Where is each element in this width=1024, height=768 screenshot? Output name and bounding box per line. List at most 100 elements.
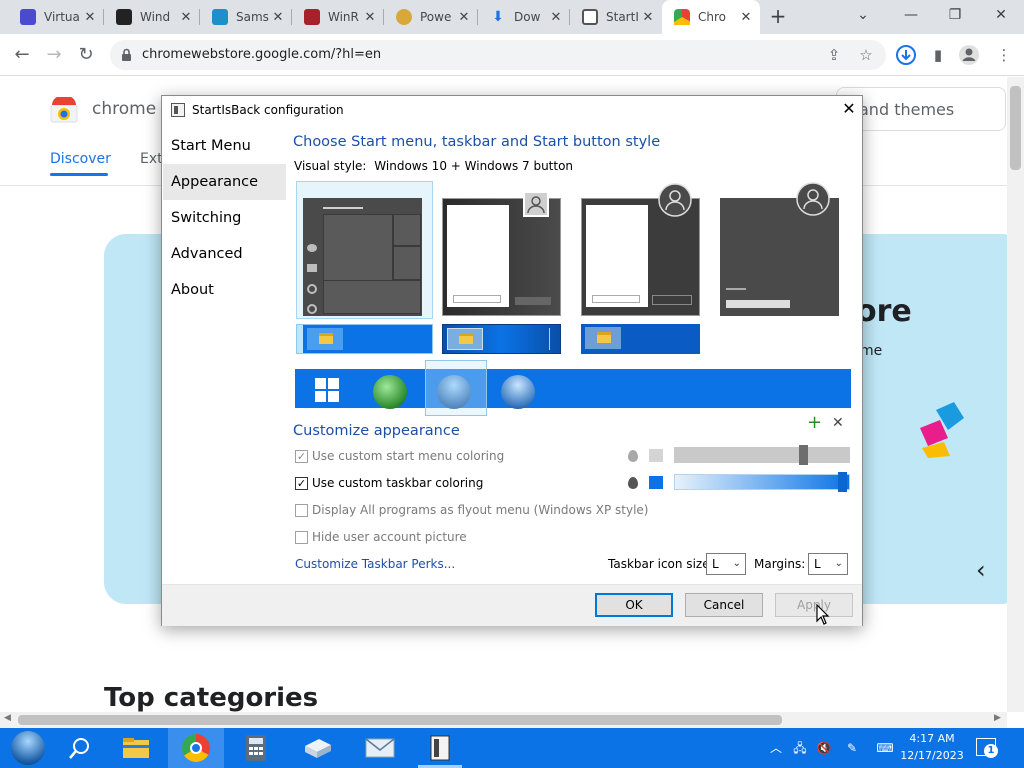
keyboard-icon[interactable]: ⌨: [874, 740, 896, 756]
cancel-button[interactable]: Cancel: [685, 593, 763, 617]
ok-button[interactable]: OK: [595, 593, 673, 617]
restore-button[interactable]: ❐: [940, 4, 970, 26]
taskbar-startisback[interactable]: [412, 728, 468, 768]
style-preview-windows7[interactable]: [442, 191, 561, 316]
scroll-right-arrow-icon[interactable]: ▶: [994, 713, 1001, 723]
startisback-config-dialog: StartIsBack configuration ✕ Start Menu A…: [161, 95, 863, 626]
browser-tab-winrar[interactable]: WinR ✕: [292, 0, 384, 34]
start-menu-opacity-slider[interactable]: [674, 447, 850, 463]
style-preview-windows8[interactable]: [720, 182, 839, 316]
carousel-prev-icon[interactable]: ‹: [976, 556, 986, 584]
tab-search-dropdown-icon[interactable]: ⌄: [848, 4, 878, 26]
forward-arrow-icon[interactable]: →: [42, 43, 66, 67]
taskbar-slider-thumb[interactable]: [837, 472, 847, 492]
preview-search-box: [592, 295, 640, 303]
select-value: L: [712, 557, 719, 571]
taskbar-opacity-slider[interactable]: [674, 474, 850, 490]
taskbar-search-button[interactable]: [52, 728, 108, 768]
browser-tab-startisback[interactable]: StartI ✕: [570, 0, 662, 34]
address-bar[interactable]: chromewebstore.google.com/?hl=en ⇪ ☆: [110, 40, 886, 70]
tab-close-icon[interactable]: ✕: [178, 10, 194, 25]
margins-select[interactable]: L ⌄: [808, 553, 848, 575]
start-menu-color-swatch[interactable]: [649, 449, 663, 462]
apply-button[interactable]: Apply: [775, 593, 853, 617]
option-label: Hide user account picture: [312, 530, 467, 544]
add-icon[interactable]: +: [807, 412, 822, 433]
tab-close-icon[interactable]: ✕: [548, 10, 564, 25]
preview-search-box: [453, 295, 501, 303]
minimize-button[interactable]: —: [896, 4, 926, 26]
browser-tab-chrome-web-store[interactable]: Chro ✕: [662, 0, 760, 34]
network-icon[interactable]: 🖧: [792, 740, 808, 756]
back-arrow-icon[interactable]: ←: [10, 43, 34, 67]
browser-tab-virtualbox[interactable]: Virtua ✕: [8, 0, 104, 34]
scroll-left-arrow-icon[interactable]: ◀: [4, 713, 11, 723]
clover-orb-icon[interactable]: [373, 375, 407, 409]
style-preview-vista[interactable]: [581, 183, 700, 316]
taskbar-divider: [549, 328, 550, 350]
chrome-web-store-favicon-icon: [674, 9, 690, 25]
custom-taskbar-coloring-option[interactable]: ✓ Use custom taskbar coloring: [295, 474, 483, 492]
checkbox[interactable]: ✓: [295, 449, 308, 463]
windows-orb-alt-icon[interactable]: [501, 375, 535, 409]
download-progress-icon[interactable]: [895, 44, 917, 66]
taskbar-mail[interactable]: [352, 728, 408, 768]
browser-tab-samsung[interactable]: Sams ✕: [200, 0, 292, 34]
show-hidden-icons-chevron-icon[interactable]: ︿: [768, 740, 784, 756]
tab-close-icon[interactable]: ✕: [456, 10, 472, 25]
browser-tab-downloads[interactable]: ⬇ Dow ✕: [478, 0, 570, 34]
horizontal-scroll-thumb[interactable]: [18, 715, 782, 725]
profile-avatar-icon[interactable]: [958, 44, 980, 66]
tab-close-icon[interactable]: ✕: [362, 10, 378, 25]
chrome-menu-icon[interactable]: ⋮: [992, 43, 1016, 67]
taskbar-calculator[interactable]: [228, 728, 284, 768]
clock-date[interactable]: 12/17/2023: [900, 749, 964, 762]
flyout-menu-option[interactable]: Display All programs as flyout menu (Win…: [295, 501, 648, 519]
chrome-icon: [182, 734, 210, 762]
taskbar-chrome[interactable]: [168, 728, 224, 768]
tab-discover[interactable]: Discover: [50, 151, 111, 167]
hide-account-picture-option[interactable]: Hide user account picture: [295, 528, 467, 546]
share-icon[interactable]: ⇪: [822, 43, 846, 67]
start-button[interactable]: [0, 728, 56, 768]
tab-close-icon[interactable]: ✕: [270, 10, 286, 25]
browser-tab-power[interactable]: Powe ✕: [384, 0, 478, 34]
taskbar-color-swatch[interactable]: [649, 476, 663, 489]
vertical-scroll-thumb[interactable]: [1010, 86, 1021, 170]
action-center-icon[interactable]: 1: [976, 738, 998, 758]
tab-label: Wind: [140, 10, 171, 24]
taskbar-style-vista[interactable]: [581, 324, 700, 354]
custom-start-menu-coloring-option[interactable]: ✓ Use custom start menu coloring: [295, 447, 504, 465]
volume-muted-icon[interactable]: 🔇: [816, 740, 832, 756]
header-right-text: and themes: [859, 100, 955, 119]
checkbox[interactable]: [295, 503, 308, 517]
window-close-button[interactable]: ✕: [986, 4, 1016, 26]
preview-settings-icon: [307, 284, 317, 294]
tab-close-icon[interactable]: ✕: [738, 10, 754, 25]
checkbox[interactable]: ✓: [295, 476, 308, 490]
taskbar-package-app[interactable]: [290, 728, 346, 768]
start-menu-slider-thumb[interactable]: [799, 445, 809, 465]
clock-time[interactable]: 4:17 AM: [900, 732, 964, 745]
browser-tab-windows[interactable]: Wind ✕: [104, 0, 200, 34]
page-vertical-scrollbar[interactable]: [1007, 77, 1024, 712]
tab-close-icon[interactable]: ✕: [82, 10, 98, 25]
checkbox[interactable]: [295, 530, 308, 544]
startisback-favicon-icon: [582, 9, 598, 25]
new-tab-button[interactable]: +: [768, 6, 788, 28]
customize-taskbar-perks-link[interactable]: Customize Taskbar Perks...: [295, 557, 455, 571]
pen-icon[interactable]: ✎: [844, 740, 860, 756]
style-preview-windows10[interactable]: [303, 198, 422, 316]
side-panel-icon[interactable]: ▮: [926, 43, 950, 67]
taskbar-file-explorer[interactable]: [108, 728, 164, 768]
reload-icon[interactable]: ↻: [74, 43, 98, 67]
bookmark-star-icon[interactable]: ☆: [854, 43, 878, 67]
tab-extensions[interactable]: Ext: [140, 151, 163, 167]
tab-close-icon[interactable]: ✕: [640, 10, 656, 25]
taskbar-icon-size-select[interactable]: L ⌄: [706, 553, 746, 575]
remove-icon[interactable]: ✕: [832, 415, 844, 431]
taskbar-style-windows7[interactable]: [442, 324, 561, 354]
mouse-cursor-icon: [816, 604, 830, 625]
taskbar-style-windows10[interactable]: [296, 324, 433, 354]
windows10-logo-icon[interactable]: [315, 378, 339, 402]
